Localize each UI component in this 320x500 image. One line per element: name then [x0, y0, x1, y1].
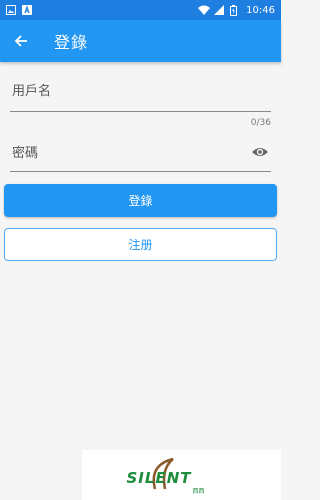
signal-icon: [214, 5, 225, 15]
status-time: 10:46: [246, 4, 275, 16]
back-arrow-icon[interactable]: [14, 33, 30, 49]
login-button[interactable]: 登錄: [4, 184, 277, 217]
watermark-text: SILENT: [126, 469, 192, 487]
watermark-logo: SILENT 西西: [127, 455, 237, 495]
eye-icon[interactable]: [251, 143, 269, 161]
battery-icon: [230, 5, 240, 16]
watermark: SILENT 西西: [82, 450, 281, 500]
password-field[interactable]: 密碼: [10, 132, 271, 172]
wifi-icon: [198, 5, 211, 15]
app-notification-icon: [22, 5, 32, 15]
gallery-notification-icon: [6, 5, 16, 15]
status-bar: 10:46: [0, 0, 281, 20]
watermark-subtext: 西西: [192, 488, 205, 495]
register-button[interactable]: 注册: [4, 228, 277, 261]
password-label: 密碼: [12, 146, 39, 161]
app-bar: 登錄: [0, 20, 281, 62]
username-char-counter: 0/36: [250, 118, 271, 128]
page-title: 登錄: [54, 33, 89, 52]
username-label: 用戶名: [12, 84, 52, 99]
username-field[interactable]: 用戶名: [10, 68, 271, 112]
